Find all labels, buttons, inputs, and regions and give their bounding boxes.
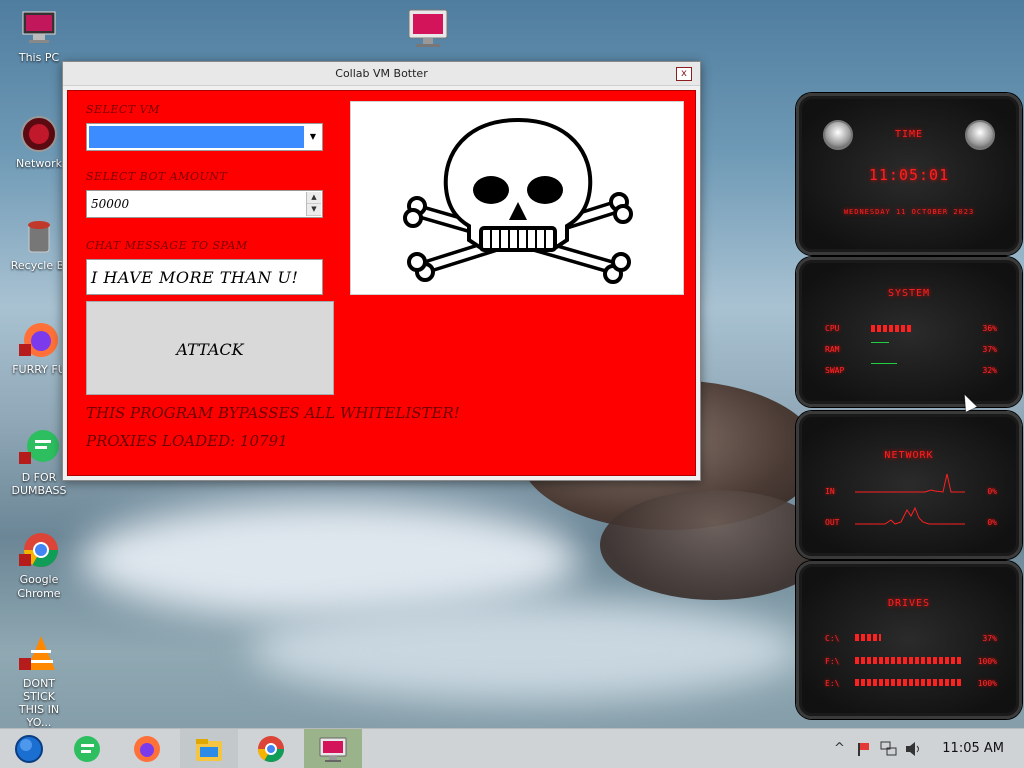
taskbar-chat-app[interactable] — [58, 729, 116, 768]
attack-button-label: ATTACK — [176, 340, 244, 359]
chat-app-icon — [19, 430, 59, 464]
bot-amount-value[interactable]: 50000 — [91, 197, 129, 211]
drives-gadget-title: DRIVES — [887, 598, 931, 609]
ram-usage-bar — [871, 342, 889, 343]
desktop-icon-this-pc[interactable]: This PC — [6, 8, 72, 65]
collab-vm-botter-icon — [319, 737, 347, 762]
system-gadget[interactable]: SYSTEM CPU 36% RAM 37% SWAP 32% — [796, 257, 1022, 407]
stepper-down-icon[interactable]: ▼ — [307, 204, 321, 216]
system-row-label: SWAP — [825, 366, 845, 375]
system-row-value: 32% — [982, 366, 997, 375]
collab-vm-icon — [408, 9, 448, 47]
volume-icon[interactable] — [904, 741, 922, 757]
time-gadget-date: WEDNESDAY 11 OCTOBER 2023 — [843, 208, 975, 216]
file-explorer-icon — [196, 739, 222, 761]
drives-gadget[interactable]: DRIVES C:\ 37% F:\ 100% E:\ 100% — [796, 561, 1022, 719]
desktop-icon-label: DONT STICK THIS IN YO... — [18, 677, 60, 729]
drive-f-bar — [855, 657, 963, 664]
network-gadget-title: NETWORK — [884, 450, 934, 461]
drive-row-label: C:\ — [825, 634, 840, 643]
swap-usage-bar — [871, 363, 897, 364]
cpu-usage-bar — [871, 325, 911, 332]
drive-row-value: 100% — [977, 679, 997, 688]
vlc-icon — [19, 636, 55, 670]
chrome-icon — [257, 736, 285, 763]
network-gadget[interactable]: NETWORK IN 0% OUT 0% — [796, 411, 1022, 559]
skull-and-crossbones-icon — [403, 117, 633, 284]
taskbar-chrome[interactable] — [242, 729, 300, 768]
proxies-loaded-text: PROXIES LOADED: 10791 — [86, 432, 288, 450]
chat-message-label: CHAT MESSAGE TO SPAM — [86, 239, 248, 252]
network-out-graph — [855, 506, 965, 525]
monitor-icon — [22, 11, 56, 43]
desktop-icon-label: Google Chrome — [17, 573, 61, 600]
window-titlebar[interactable]: Collab VM Botter x — [63, 62, 700, 86]
recycle-bin-icon — [28, 221, 50, 253]
start-button[interactable] — [0, 729, 58, 768]
close-button[interactable]: x — [676, 67, 692, 81]
start-orb-icon — [15, 735, 43, 763]
network-row-label: IN — [825, 487, 835, 496]
chrome-icon — [19, 533, 58, 567]
network-row-label: OUT — [825, 518, 840, 527]
drive-e-bar — [855, 679, 963, 686]
network-row-value: 0% — [987, 487, 997, 496]
time-gadget-title: TIME — [894, 129, 924, 140]
select-vm-dropdown[interactable]: ▼ — [86, 123, 323, 151]
firefox-icon — [19, 323, 58, 357]
drive-row-value: 37% — [982, 634, 997, 643]
taskbar-clock[interactable]: 11:05 AM — [942, 741, 1004, 756]
stepper-up-icon[interactable]: ▲ — [307, 192, 321, 204]
select-vm-value — [89, 126, 304, 148]
chat-message-value[interactable]: I HAVE MORE THAN U! — [91, 268, 298, 287]
tray-chevron-icon[interactable]: ^ — [834, 741, 845, 756]
network-row-value: 0% — [987, 518, 997, 527]
drive-row-label: F:\ — [825, 657, 840, 666]
desktop-icon-vlc[interactable]: DONT STICK THIS IN YO... — [6, 634, 72, 729]
bypass-message: THIS PROGRAM BYPASSES ALL WHITELISTER! — [86, 404, 460, 422]
system-row-label: CPU — [825, 324, 840, 333]
taskbar-collab-vm-botter[interactable] — [304, 729, 362, 768]
attack-button[interactable]: ATTACK — [86, 301, 334, 395]
chevron-down-icon[interactable]: ▼ — [306, 126, 320, 148]
skull-image — [350, 101, 684, 295]
network-icon — [21, 116, 57, 152]
system-row-value: 36% — [982, 324, 997, 333]
floating-app-icon[interactable] — [406, 8, 452, 50]
system-row-label: RAM — [825, 345, 840, 354]
desktop-icon-chrome[interactable]: Google Chrome — [6, 530, 72, 601]
drive-row-label: E:\ — [825, 679, 840, 688]
network-in-graph — [855, 473, 965, 493]
action-center-flag-icon[interactable] — [856, 741, 872, 757]
firefox-icon — [134, 736, 160, 762]
system-gadget-title: SYSTEM — [887, 288, 931, 299]
window-client-area: SELECT VM ▼ SELECT BOT AMOUNT 50000 ▲ ▼ … — [67, 90, 696, 476]
stepper-buttons: ▲ ▼ — [306, 192, 321, 216]
drive-c-bar — [855, 634, 881, 641]
wallpaper-cloud — [250, 600, 800, 700]
select-vm-label: SELECT VM — [86, 103, 160, 116]
taskbar-firefox[interactable] — [118, 729, 176, 768]
chat-app-icon — [74, 736, 100, 762]
taskbar-file-explorer[interactable] — [180, 729, 238, 768]
network-tray-icon[interactable] — [880, 741, 898, 757]
taskbar: ^ 11:05 AM — [0, 728, 1024, 768]
bot-amount-label: SELECT BOT AMOUNT — [86, 170, 228, 183]
bot-amount-stepper[interactable]: 50000 ▲ ▼ — [86, 190, 323, 218]
time-gadget[interactable]: TIME 11:05:01 WEDNESDAY 11 OCTOBER 2023 — [796, 93, 1022, 255]
window-title: Collab VM Botter — [335, 67, 428, 80]
collab-vm-botter-window: Collab VM Botter x SELECT VM ▼ SELECT BO… — [62, 61, 701, 481]
drive-row-value: 100% — [977, 657, 997, 666]
time-gadget-clock: 11:05:01 — [868, 166, 950, 184]
system-row-value: 37% — [982, 345, 997, 354]
chat-message-input[interactable]: I HAVE MORE THAN U! — [86, 259, 323, 295]
